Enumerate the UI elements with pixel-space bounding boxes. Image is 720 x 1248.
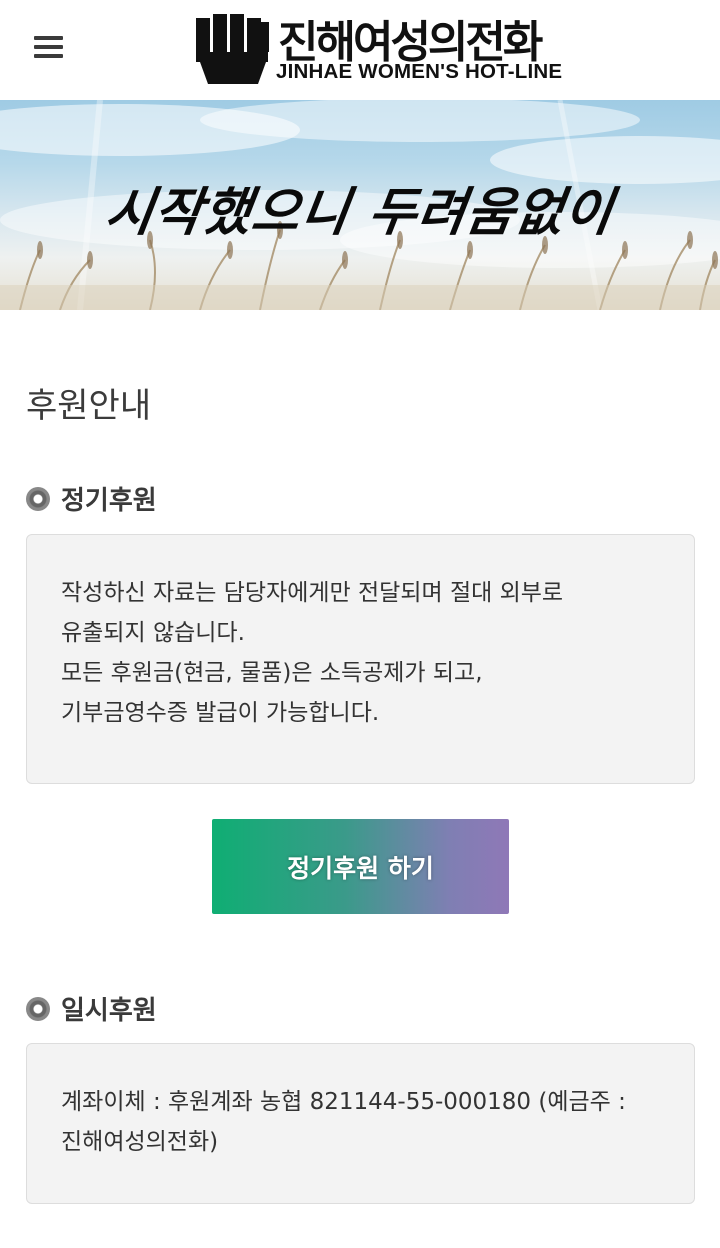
info-line: 모든 후원금(현금, 물품)은 소득공제가 되고, — [61, 660, 483, 686]
logo-english-text: JINHAE WOMEN'S HOT-LINE — [276, 60, 563, 83]
bank-account-line: 계좌이체 : 후원계좌 농협 821144-55-000180 (예금주 : — [61, 1089, 626, 1115]
hero-banner: 시작했으니 두려움없이 — [0, 100, 720, 310]
section-title: 일시후원 — [61, 996, 157, 1026]
regular-donation-button[interactable]: 정기후원 하기 — [212, 819, 509, 914]
info-line: 유출되지 않습니다. — [61, 620, 245, 646]
bullet-icon — [26, 996, 50, 1021]
onetime-donation-heading: 일시후원 — [26, 990, 157, 1027]
site-logo[interactable]: 진해여성의전화 JINHAE WOMEN'S HOT-LINE — [196, 10, 626, 86]
site-header: 진해여성의전화 JINHAE WOMEN'S HOT-LINE — [0, 0, 720, 100]
info-line: 기부금영수증 발급이 가능합니다. — [61, 700, 380, 726]
bank-account-line: 진해여성의전화) — [61, 1129, 219, 1155]
fist-logo-icon — [196, 14, 269, 84]
hamburger-menu-icon[interactable] — [34, 36, 64, 60]
page-title: 후원안내 — [26, 386, 152, 426]
section-title: 정기후원 — [61, 486, 157, 516]
info-line: 작성하신 자료는 담당자에게만 전달되며 절대 외부로 — [61, 580, 564, 606]
regular-donation-heading: 정기후원 — [26, 480, 157, 517]
banner-slogan: 시작했으니 두려움없이 — [101, 183, 618, 243]
regular-donation-info-box: 작성하신 자료는 담당자에게만 전달되며 절대 외부로 유출되지 않습니다. 모… — [26, 534, 695, 784]
onetime-donation-info-box: 계좌이체 : 후원계좌 농협 821144-55-000180 (예금주 : 진… — [26, 1043, 695, 1204]
bullet-icon — [26, 486, 50, 511]
